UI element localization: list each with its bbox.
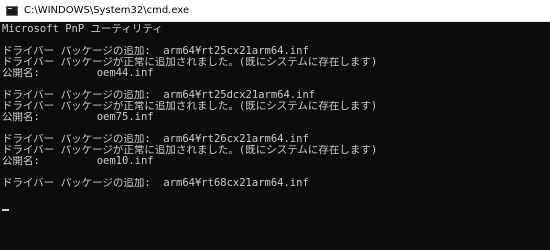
cursor-line [2,200,548,211]
console-line: ドライバー パッケージの追加: arm64¥rt68cx21arm64.inf [2,178,309,189]
cmd-window: C:\WINDOWS\System32\cmd.exe Microsoft Pn… [0,0,550,250]
console-line: 公開名: oem75.inf [2,112,154,123]
console-line: ドライバー パッケージの追加: arm64¥rt26cx21arm64.inf [2,134,309,145]
scrollbar[interactable] [546,22,550,250]
window-title: C:\WINDOWS\System32\cmd.exe [24,5,190,16]
console-line: 公開名: oem10.inf [2,156,154,167]
console-line: ドライバー パッケージが正常に追加されました。(既にシステムに存在します) [2,57,378,68]
console-line: ドライバー パッケージの追加: arm64¥rt25dcx21arm64.inf [2,90,316,101]
console-line: 公開名: oem44.inf [2,68,154,79]
console-line: ドライバー パッケージの追加: arm64¥rt25cx21arm64.inf [2,46,309,57]
console-line: ドライバー パッケージが正常に追加されました。(既にシステムに存在します) [2,145,378,156]
console-line: Microsoft PnP ユーティリティ [2,24,163,35]
text-cursor [2,209,9,211]
console-line: ドライバー パッケージが正常に追加されました。(既にシステムに存在します) [2,101,378,112]
console-output[interactable]: Microsoft PnP ユーティリティ ドライバー パッケージの追加: ar… [0,22,550,250]
cmd-icon [6,5,18,16]
title-bar[interactable]: C:\WINDOWS\System32\cmd.exe [0,0,550,22]
